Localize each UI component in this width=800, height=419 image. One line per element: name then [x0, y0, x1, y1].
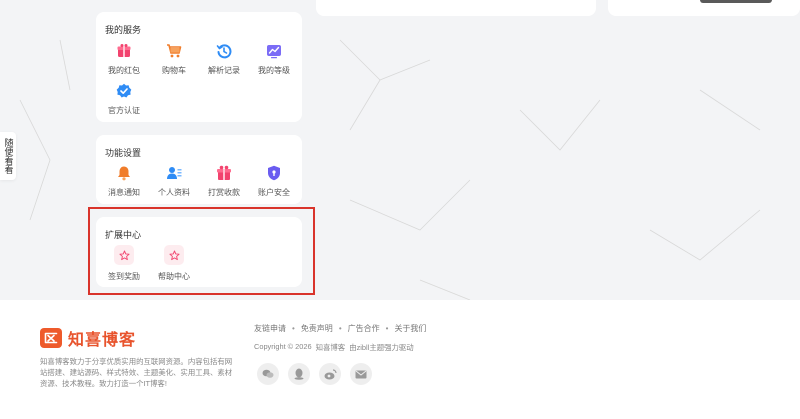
- service-verified[interactable]: 官方认证: [99, 83, 149, 123]
- setting-label: 消息通知: [108, 188, 140, 197]
- separator-dot: •: [338, 324, 342, 333]
- setting-label: 账户安全: [258, 188, 290, 197]
- services-title: 我的服务: [105, 25, 142, 35]
- link-disclaimer[interactable]: 免责声明: [301, 323, 333, 334]
- bell-icon: [118, 166, 130, 181]
- link-ad-cooperation[interactable]: 广告合作: [348, 323, 380, 334]
- copyright-text: Copyright © 2026: [254, 342, 312, 351]
- shield-icon: [268, 165, 280, 181]
- gift-icon: [217, 165, 231, 180]
- shopping-cart-icon: [167, 44, 182, 58]
- qq-icon[interactable]: [288, 363, 310, 385]
- profile-icon: [167, 167, 182, 179]
- history-icon: [216, 44, 232, 59]
- mail-icon[interactable]: [350, 363, 372, 385]
- service-label: 我的等级: [258, 66, 290, 75]
- setting-label: 个人资料: [158, 188, 190, 197]
- settings-card: 功能设置 消息通知 个人资料 打赏收款 账户安全: [96, 135, 302, 204]
- link-about-us[interactable]: 关于我们: [394, 323, 426, 334]
- link-friend-apply[interactable]: 友链申请: [254, 323, 286, 334]
- setting-profile[interactable]: 个人资料: [149, 165, 199, 205]
- footer-logo[interactable]: 知喜博客: [40, 326, 136, 350]
- service-level[interactable]: 我的等级: [249, 43, 299, 83]
- service-label: 购物车: [162, 66, 186, 75]
- top-card-left: [316, 0, 596, 16]
- setting-notifications[interactable]: 消息通知: [99, 165, 149, 205]
- services-card: 我的服务 我的红包 购物车 解析记录 我的等级 官方认证: [96, 12, 302, 122]
- brand-name: 知喜博客: [68, 332, 137, 349]
- copyright-line: Copyright © 2026 知喜博客 由zibll主题强力驱动: [254, 342, 418, 353]
- site-description: 知喜博客致力于分享优质实用的互联网资源。内容包括有网站搭建、建站源码、样式特效、…: [40, 357, 233, 388]
- service-history[interactable]: 解析记录: [199, 43, 249, 83]
- social-links: [257, 363, 372, 385]
- settings-title: 功能设置: [105, 148, 142, 158]
- red-packet-icon: [117, 44, 131, 57]
- service-label: 我的红包: [108, 66, 140, 75]
- copyright-site-link[interactable]: 知喜博客: [316, 342, 346, 353]
- copyright-theme-credit[interactable]: 由zibll主题强力驱动: [349, 342, 413, 353]
- random-browse-tab[interactable]: 随便看看: [0, 132, 16, 180]
- setting-security[interactable]: 账户安全: [249, 165, 299, 205]
- service-cart[interactable]: 购物车: [149, 43, 199, 83]
- footer: 知喜博客 知喜博客致力于分享优质实用的互联网资源。内容包括有网站搭建、建站源码、…: [0, 300, 800, 419]
- level-chart-icon: [267, 45, 281, 59]
- weibo-icon[interactable]: [319, 363, 341, 385]
- separator-dot: •: [292, 324, 295, 333]
- logo-mark-icon: [40, 328, 62, 348]
- setting-label: 打赏收款: [208, 188, 240, 197]
- service-label: 官方认证: [108, 106, 140, 115]
- footer-links: 友链申请 • 免责声明 • 广告合作 • 关于我们: [254, 323, 426, 334]
- top-pill: [700, 0, 772, 3]
- highlight-box: [88, 207, 315, 295]
- separator-dot: •: [385, 324, 389, 333]
- service-label: 解析记录: [208, 66, 240, 75]
- setting-tips[interactable]: 打赏收款: [199, 165, 249, 205]
- service-red-packet[interactable]: 我的红包: [99, 43, 149, 83]
- wechat-icon[interactable]: [257, 363, 279, 385]
- verified-badge-icon: [116, 83, 132, 98]
